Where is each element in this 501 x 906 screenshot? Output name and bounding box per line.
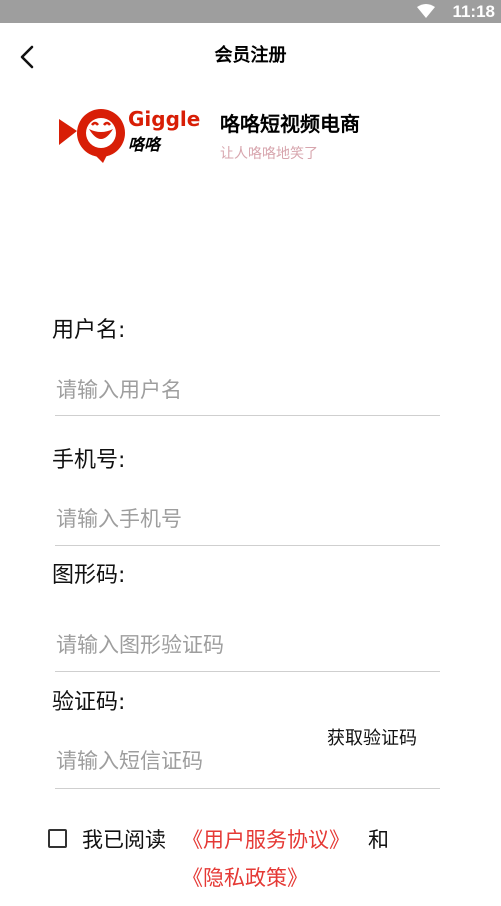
status-time: 11:18 — [452, 2, 495, 21]
username-underline — [55, 415, 440, 416]
captcha-underline — [55, 671, 440, 672]
privacy-link[interactable]: 《隐私政策》 — [182, 864, 308, 892]
wifi-icon — [417, 4, 435, 18]
giggle-logo-icon — [59, 109, 125, 163]
sms-code-underline — [55, 788, 440, 789]
status-bar: 11:18 — [0, 0, 501, 23]
brand-slogan: 让人咯咯地笑了 — [220, 146, 318, 162]
phone-label: 手机号: — [52, 448, 126, 473]
username-label: 用户名: — [52, 318, 126, 343]
page-title: 会员注册 — [214, 45, 287, 66]
sms-code-input[interactable] — [56, 741, 316, 781]
logo-cn-text: 咯咯 — [128, 135, 161, 154]
phone-input[interactable] — [56, 499, 436, 539]
phone-underline — [55, 545, 440, 546]
agree-prefix: 我已阅读 — [82, 828, 166, 852]
logo-text: Giggle — [128, 107, 201, 131]
get-code-button[interactable]: 获取验证码 — [327, 726, 417, 752]
captcha-input[interactable] — [56, 625, 436, 665]
agree-conjunction: 和 — [368, 828, 389, 852]
brand-name: 咯咯短视频电商 — [220, 112, 360, 136]
username-input[interactable] — [56, 370, 436, 410]
captcha-label: 图形码: — [52, 563, 126, 588]
terms-link[interactable]: 《用户服务协议》 — [182, 826, 350, 854]
sms-code-label: 验证码: — [52, 690, 126, 715]
agree-checkbox[interactable] — [48, 829, 67, 848]
